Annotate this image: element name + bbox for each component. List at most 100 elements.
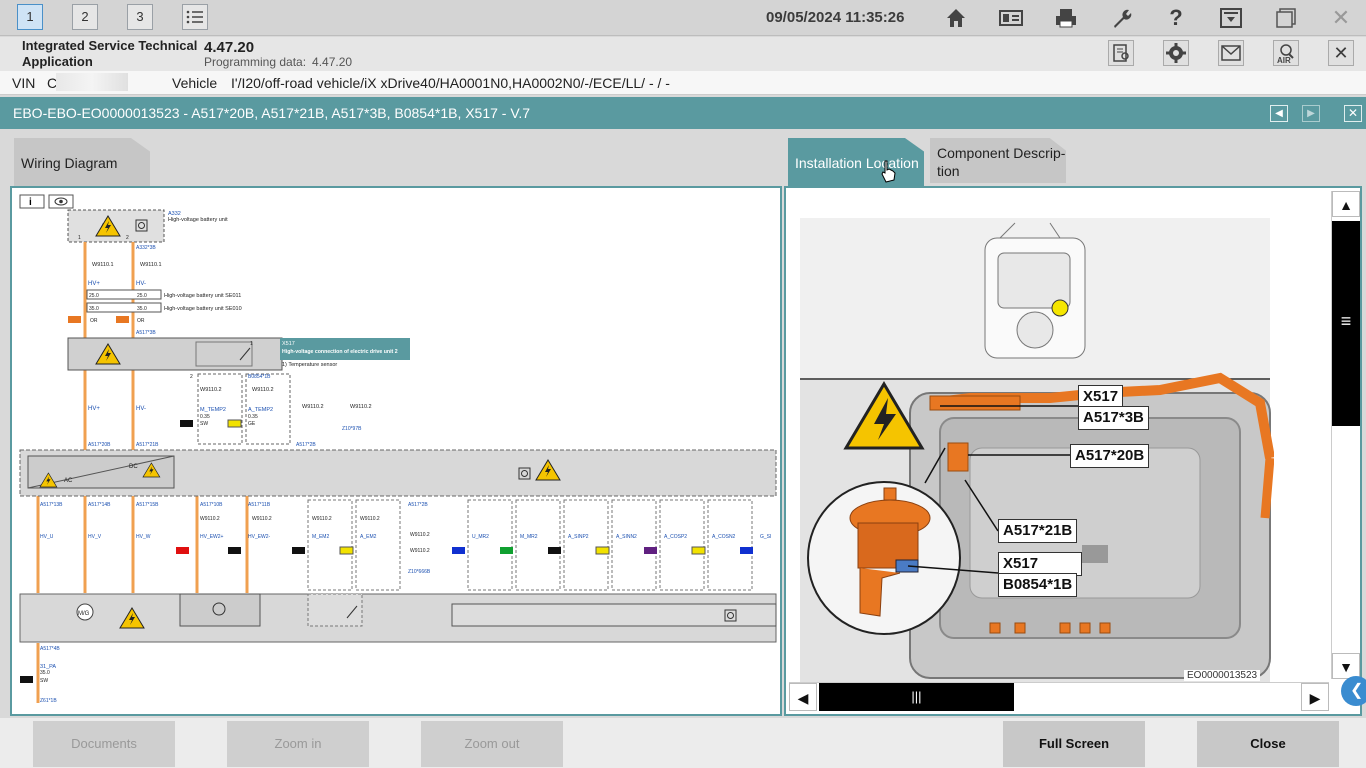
svg-text:High-voltage battery unit SE01: High-voltage battery unit SE011 (164, 293, 241, 299)
side-panel-handle-icon[interactable]: ❮ (1341, 676, 1366, 706)
svg-text:35.0: 35.0 (40, 670, 50, 676)
zoom-out-button[interactable]: Zoom out (421, 721, 563, 767)
svg-text:High-voltage battery unit: High-voltage battery unit (168, 217, 228, 223)
svg-text:25.0: 25.0 (89, 293, 99, 299)
printer-icon[interactable] (1053, 5, 1079, 31)
close-icon[interactable]: ✕ (1328, 5, 1354, 31)
svg-text:35.0: 35.0 (89, 306, 99, 312)
svg-text:35.0: 35.0 (137, 306, 147, 312)
svg-text:HV-: HV- (136, 281, 146, 287)
svg-text:High-voltage connection of ele: High-voltage connection of electric driv… (282, 349, 398, 355)
workspace-1-button[interactable]: 1 (17, 4, 43, 30)
svg-text:OR: OR (90, 318, 98, 324)
next-document-icon[interactable]: ▶ (1302, 105, 1320, 122)
tab-wiring-diagram[interactable]: Wiring Diagram (14, 138, 150, 186)
callout-a517-20b: A517*20B (1070, 444, 1150, 468)
svg-text:A_TEMP2: A_TEMP2 (248, 407, 273, 413)
svg-text:SW: SW (200, 421, 208, 427)
scroll-right-icon[interactable]: ▶ (1301, 683, 1329, 711)
svg-text:B0854*1B: B0854*1B (248, 374, 271, 380)
svg-text:A332*3B: A332*3B (136, 245, 156, 251)
horizontal-scroll-thumb[interactable]: ||| (819, 683, 1014, 711)
svg-text:A517*2B: A517*2B (408, 502, 428, 508)
help-icon[interactable]: ? (1163, 5, 1189, 31)
svg-text:W9110.2: W9110.2 (410, 548, 430, 554)
id-card-icon[interactable] (998, 5, 1024, 31)
svg-text:G_SI: G_SI (760, 534, 771, 540)
vertical-scroll-thumb[interactable]: ≡ (1332, 221, 1360, 426)
settings-gear-icon[interactable] (1163, 40, 1189, 66)
close-button[interactable]: Close (1197, 721, 1339, 767)
svg-text:Z61*1B: Z61*1B (40, 698, 57, 704)
workspace-2-button[interactable]: 2 (72, 4, 98, 30)
svg-text:1) Temperature sensor: 1) Temperature sensor (282, 362, 337, 368)
wiring-diagram-panel[interactable]: i A332 High-voltage battery unit 12 A332… (10, 186, 782, 716)
scroll-up-icon[interactable]: ▲ (1332, 191, 1360, 217)
vertical-scrollbar[interactable]: ▲ ≡ ▼ (1331, 191, 1360, 679)
vehicle-label: Vehicle (172, 75, 218, 91)
svg-text:HV+: HV+ (88, 281, 100, 287)
list-icon[interactable] (182, 4, 208, 30)
image-id: EO0000013523 (1184, 670, 1261, 681)
svg-text:A517*14B: A517*14B (88, 502, 111, 508)
documents-button[interactable]: Documents (33, 721, 175, 767)
svg-text:A517*4B: A517*4B (40, 646, 60, 652)
callout-a517-21b: A517*21B (998, 519, 1078, 543)
svg-text:HV+: HV+ (88, 406, 100, 412)
svg-text:X517: X517 (282, 341, 295, 347)
svg-text:M_MR2: M_MR2 (520, 534, 538, 540)
svg-text:W9110.2: W9110.2 (350, 404, 372, 410)
svg-text:0.35: 0.35 (200, 414, 210, 420)
svg-text:HV_V: HV_V (88, 534, 102, 540)
svg-text:W9110.1: W9110.1 (92, 262, 114, 268)
callout-a517-3b: A517*3B (1078, 406, 1149, 430)
document-search-icon[interactable] (1108, 40, 1134, 66)
horizontal-scrollbar[interactable]: ◀ ||| ▶ (789, 682, 1329, 711)
installation-image (800, 218, 1274, 684)
svg-text:A517*10B: A517*10B (200, 502, 223, 508)
svg-text:OR: OR (137, 318, 145, 324)
svg-text:HV_EW2-: HV_EW2- (248, 534, 271, 540)
installation-location-panel[interactable]: X517 A517*3B A517*20B A517*21B X517 B085… (784, 186, 1362, 716)
download-tray-icon[interactable] (1218, 5, 1244, 31)
full-screen-button[interactable]: Full Screen (1003, 721, 1145, 767)
svg-text:W9110.1: W9110.1 (140, 262, 162, 268)
svg-text:A517*13B: A517*13B (40, 502, 63, 508)
svg-text:Z10*97B: Z10*97B (342, 426, 362, 432)
svg-text:HV_EW2+: HV_EW2+ (200, 534, 224, 540)
tab-installation-location[interactable]: Installation Location (788, 138, 924, 186)
svg-text:A_COSN2: A_COSN2 (712, 534, 736, 540)
svg-text:A_EM2: A_EM2 (360, 534, 377, 540)
svg-text:i: i (29, 197, 32, 208)
svg-text:A517*3B: A517*3B (136, 330, 156, 336)
svg-text:GE: GE (248, 421, 256, 427)
vin-label: VIN (12, 75, 36, 91)
wrench-icon[interactable] (1108, 5, 1134, 31)
close-app-icon[interactable]: ✕ (1328, 40, 1354, 66)
mail-icon[interactable] (1218, 40, 1244, 66)
close-document-icon[interactable]: ✕ (1344, 105, 1362, 122)
app-version: 4.47.20 (204, 39, 255, 56)
previous-document-icon[interactable]: ◀ (1270, 105, 1288, 122)
scroll-left-icon[interactable]: ◀ (789, 683, 817, 711)
air-search-icon[interactable]: AIR (1273, 40, 1299, 66)
vehicle-info-bar: VIN C Vehicle I'/I20/off-road vehicle/iX… (0, 71, 1366, 95)
svg-text:High-voltage battery unit SE01: High-voltage battery unit SE010 (164, 306, 242, 312)
home-icon[interactable] (943, 5, 969, 31)
wiring-diagram-drawing: i A332 High-voltage battery unit 12 A332… (19, 194, 777, 704)
window-icon[interactable] (1273, 5, 1299, 31)
workspace-3-button[interactable]: 3 (127, 4, 153, 30)
vin-redaction (56, 73, 128, 91)
top-bar: 1 2 3 09/05/2024 11:35:26 ? ✕ (0, 0, 1366, 36)
zoom-in-button[interactable]: Zoom in (227, 721, 369, 767)
svg-text:0.35: 0.35 (248, 414, 258, 420)
tab-component-description[interactable]: Component Descrip-tion (930, 138, 1066, 183)
svg-text:A517*21B: A517*21B (136, 442, 159, 448)
content-area: Wiring Diagram Installation Location Com… (0, 129, 1366, 718)
svg-text:1: 1 (78, 235, 81, 241)
svg-text:A517*15B: A517*15B (136, 502, 159, 508)
svg-text:M/G: M/G (78, 611, 90, 617)
hand-cursor-icon (881, 160, 896, 183)
svg-text:HV-: HV- (136, 406, 146, 412)
svg-text:HV_W: HV_W (136, 534, 151, 540)
